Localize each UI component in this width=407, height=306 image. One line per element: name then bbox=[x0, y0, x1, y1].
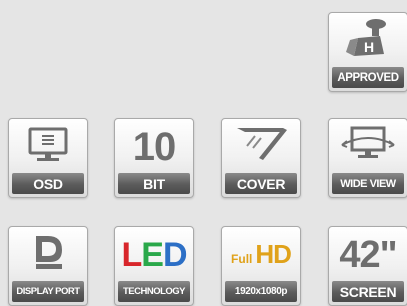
monitor-icon bbox=[27, 126, 69, 167]
bit-label: BIT bbox=[118, 173, 190, 194]
led-letter-l: L bbox=[121, 235, 142, 274]
led-logo: L E D bbox=[121, 235, 188, 274]
cover-badge: COVER bbox=[221, 118, 301, 198]
full-hd-full-text: Full bbox=[231, 252, 253, 266]
full-hd-badge: Full HD 1920x1080p bbox=[221, 226, 301, 306]
svg-text:H: H bbox=[364, 39, 374, 55]
osd-label: OSD bbox=[12, 173, 84, 194]
icon-area: H bbox=[329, 13, 407, 68]
bit-number: 10 bbox=[132, 124, 176, 169]
icon-area bbox=[329, 119, 407, 174]
full-hd-hd-text: HD bbox=[255, 239, 292, 269]
glossy-cover-icon bbox=[233, 124, 289, 169]
wide-view-monitor-icon bbox=[339, 125, 397, 168]
led-letter-e: E bbox=[141, 235, 164, 274]
icon-area bbox=[222, 119, 300, 174]
osd-badge: OSD bbox=[8, 118, 88, 198]
wide-view-label: WIDE VIEW bbox=[332, 173, 404, 194]
approved-label: APPROVED bbox=[332, 67, 404, 88]
display-port-label: DISPLAY PORT bbox=[12, 281, 84, 302]
wide-view-badge: WIDE VIEW bbox=[328, 118, 407, 198]
icon-area: 10 bbox=[115, 119, 193, 174]
full-hd-label: 1920x1080p bbox=[225, 281, 297, 302]
led-label: TECHNOLOGY bbox=[118, 281, 190, 302]
led-letter-d: D bbox=[162, 235, 188, 274]
screen-badge: 42" SCREEN bbox=[328, 226, 407, 306]
full-hd-logo: Full HD bbox=[231, 239, 292, 270]
icon-area: L E D bbox=[115, 227, 193, 282]
led-badge: L E D TECHNOLOGY bbox=[114, 226, 194, 306]
display-port-badge: DISPLAY PORT bbox=[8, 226, 88, 306]
approved-badge: H APPROVED bbox=[328, 12, 407, 92]
icon-area bbox=[9, 119, 87, 174]
cover-label: COVER bbox=[225, 173, 297, 194]
screen-size: 42" bbox=[339, 233, 397, 276]
icon-area: 42" bbox=[329, 227, 407, 282]
displayport-icon bbox=[28, 232, 68, 277]
screen-label: SCREEN bbox=[332, 281, 404, 302]
vesa-mount-icon: H bbox=[342, 14, 394, 67]
icon-area bbox=[9, 227, 87, 282]
icon-area: Full HD bbox=[222, 227, 300, 282]
bit-badge: 10 BIT bbox=[114, 118, 194, 198]
